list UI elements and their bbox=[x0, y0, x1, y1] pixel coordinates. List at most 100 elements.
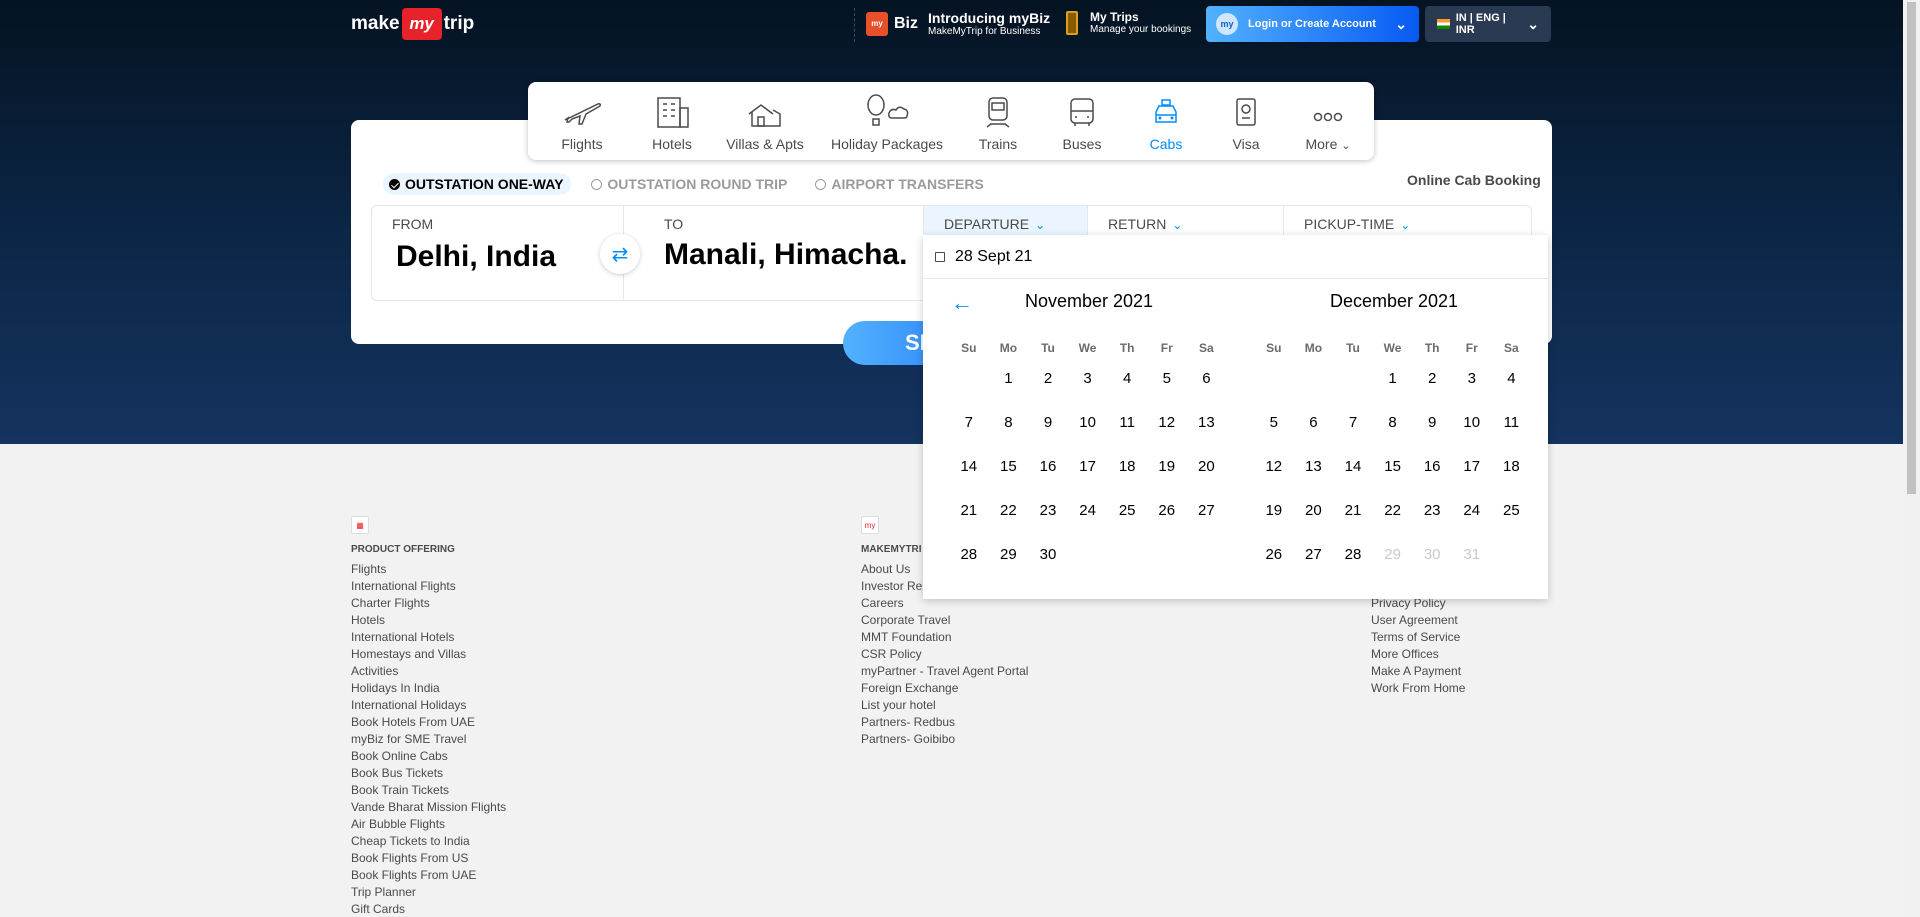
tab-visa[interactable]: Visa bbox=[1208, 82, 1284, 160]
day-cell[interactable]: 23 bbox=[1412, 501, 1452, 545]
mybiz-promo[interactable]: my Biz Introducing myBiz MakeMyTrip for … bbox=[866, 10, 1050, 37]
language-currency-selector[interactable]: IN | ENG | INR ⌄ bbox=[1425, 6, 1551, 42]
footer-link[interactable]: Homestays and Villas bbox=[351, 646, 506, 663]
day-cell[interactable]: 5 bbox=[1147, 369, 1187, 413]
tab-flights[interactable]: Flights bbox=[532, 82, 632, 160]
day-cell[interactable]: 2 bbox=[1028, 369, 1068, 413]
footer-link[interactable]: myPartner - Travel Agent Portal bbox=[861, 663, 1028, 680]
footer-link[interactable]: Partners- Redbus bbox=[861, 714, 1028, 731]
tab-more[interactable]: More ⌄ bbox=[1284, 82, 1372, 160]
tab-holiday-packages[interactable]: Holiday Packages bbox=[818, 82, 956, 160]
day-cell[interactable]: 27 bbox=[1187, 501, 1227, 545]
tab-trains[interactable]: Trains bbox=[956, 82, 1040, 160]
day-cell[interactable]: 25 bbox=[1492, 501, 1532, 545]
footer-link[interactable]: Hotels bbox=[351, 612, 506, 629]
day-cell[interactable]: 26 bbox=[1254, 545, 1294, 589]
radio-airport-transfers[interactable]: AIRPORT TRANSFERS bbox=[809, 173, 991, 195]
to-field[interactable]: TO Manali, Himacha. bbox=[624, 206, 924, 300]
day-cell[interactable]: 4 bbox=[1107, 369, 1147, 413]
day-cell[interactable]: 5 bbox=[1254, 413, 1294, 457]
day-cell[interactable]: 4 bbox=[1492, 369, 1532, 413]
day-cell[interactable]: 13 bbox=[1187, 413, 1227, 457]
day-cell[interactable]: 24 bbox=[1452, 501, 1492, 545]
day-cell[interactable]: 7 bbox=[1333, 413, 1373, 457]
page-scrollbar[interactable] bbox=[1903, 0, 1920, 917]
footer-link[interactable]: User Agreement bbox=[1371, 612, 1465, 629]
footer-link[interactable]: International Holidays bbox=[351, 697, 506, 714]
tab-villas[interactable]: Villas & Apts bbox=[712, 82, 818, 160]
day-cell[interactable]: 19 bbox=[1147, 457, 1187, 501]
day-cell[interactable]: 28 bbox=[1333, 545, 1373, 589]
footer-link[interactable]: Holidays In India bbox=[351, 680, 506, 697]
day-cell[interactable]: 12 bbox=[1254, 457, 1294, 501]
day-cell[interactable]: 15 bbox=[989, 457, 1029, 501]
day-cell[interactable]: 9 bbox=[1412, 413, 1452, 457]
day-cell[interactable]: 11 bbox=[1492, 413, 1532, 457]
makemytrip-logo[interactable]: make my trip bbox=[351, 8, 474, 40]
day-cell[interactable]: 22 bbox=[1373, 501, 1413, 545]
selected-date-input[interactable]: 28 Sept 21 bbox=[923, 235, 1548, 279]
day-cell[interactable]: 24 bbox=[1068, 501, 1108, 545]
day-cell[interactable]: 14 bbox=[1333, 457, 1373, 501]
day-cell[interactable]: 27 bbox=[1294, 545, 1334, 589]
footer-link[interactable]: Gift Cards bbox=[351, 901, 506, 917]
day-cell[interactable]: 3 bbox=[1068, 369, 1108, 413]
footer-link[interactable]: Charter Flights bbox=[351, 595, 506, 612]
day-cell[interactable]: 17 bbox=[1068, 457, 1108, 501]
day-cell[interactable]: 25 bbox=[1107, 501, 1147, 545]
day-cell[interactable]: 20 bbox=[1294, 501, 1334, 545]
login-button[interactable]: my Login or Create Account ⌄ bbox=[1206, 6, 1419, 42]
footer-link[interactable]: Foreign Exchange bbox=[861, 680, 1028, 697]
day-cell[interactable]: 23 bbox=[1028, 501, 1068, 545]
footer-link[interactable]: List your hotel bbox=[861, 697, 1028, 714]
day-cell[interactable]: 11 bbox=[1107, 413, 1147, 457]
footer-link[interactable]: Book Flights From UAE bbox=[351, 867, 506, 884]
day-cell[interactable]: 16 bbox=[1028, 457, 1068, 501]
day-cell[interactable]: 6 bbox=[1187, 369, 1227, 413]
day-cell[interactable]: 18 bbox=[1107, 457, 1147, 501]
day-cell[interactable]: 26 bbox=[1147, 501, 1187, 545]
footer-link[interactable]: Work From Home bbox=[1371, 680, 1465, 697]
day-cell[interactable]: 30 bbox=[1028, 545, 1068, 589]
day-cell[interactable]: 3 bbox=[1452, 369, 1492, 413]
footer-link[interactable]: Make A Payment bbox=[1371, 663, 1465, 680]
footer-link[interactable]: Book Online Cabs bbox=[351, 748, 506, 765]
tab-buses[interactable]: Buses bbox=[1040, 82, 1124, 160]
day-cell[interactable]: 12 bbox=[1147, 413, 1187, 457]
footer-link[interactable]: Partners- Goibibo bbox=[861, 731, 1028, 748]
day-cell[interactable]: 2 bbox=[1412, 369, 1452, 413]
day-cell[interactable]: 6 bbox=[1294, 413, 1334, 457]
footer-link[interactable]: Cheap Tickets to India bbox=[351, 833, 506, 850]
footer-link[interactable]: International Flights bbox=[351, 578, 506, 595]
footer-link[interactable]: myBiz for SME Travel bbox=[351, 731, 506, 748]
footer-link[interactable]: MMT Foundation bbox=[861, 629, 1028, 646]
day-cell[interactable]: 17 bbox=[1452, 457, 1492, 501]
footer-link[interactable]: Air Bubble Flights bbox=[351, 816, 506, 833]
tab-hotels[interactable]: Hotels bbox=[632, 82, 712, 160]
footer-link[interactable]: Book Hotels From UAE bbox=[351, 714, 506, 731]
day-cell[interactable]: 28 bbox=[949, 545, 989, 589]
day-cell[interactable]: 8 bbox=[989, 413, 1029, 457]
day-cell[interactable]: 21 bbox=[1333, 501, 1373, 545]
swap-icon[interactable]: ⇄ bbox=[600, 234, 640, 274]
tab-cabs[interactable]: Cabs bbox=[1124, 82, 1208, 160]
day-cell[interactable]: 22 bbox=[989, 501, 1029, 545]
radio-outstation-one-way[interactable]: OUTSTATION ONE-WAY bbox=[383, 173, 572, 195]
my-trips-link[interactable]: My Trips Manage your bookings bbox=[1066, 10, 1191, 35]
footer-link[interactable]: Corporate Travel bbox=[861, 612, 1028, 629]
footer-link[interactable]: International Hotels bbox=[351, 629, 506, 646]
footer-link[interactable]: More Offices bbox=[1371, 646, 1465, 663]
footer-link[interactable]: Terms of Service bbox=[1371, 629, 1465, 646]
day-cell[interactable]: 15 bbox=[1373, 457, 1413, 501]
footer-link[interactable]: Vande Bharat Mission Flights bbox=[351, 799, 506, 816]
day-cell[interactable]: 1 bbox=[1373, 369, 1413, 413]
radio-outstation-round-trip[interactable]: OUTSTATION ROUND TRIP bbox=[585, 173, 795, 195]
footer-link[interactable]: CSR Policy bbox=[861, 646, 1028, 663]
day-cell[interactable]: 8 bbox=[1373, 413, 1413, 457]
footer-link[interactable]: Flights bbox=[351, 561, 506, 578]
day-cell[interactable]: 1 bbox=[989, 369, 1029, 413]
day-cell[interactable]: 20 bbox=[1187, 457, 1227, 501]
day-cell[interactable]: 9 bbox=[1028, 413, 1068, 457]
scrollbar-thumb[interactable] bbox=[1907, 2, 1916, 494]
footer-link[interactable]: Trip Planner bbox=[351, 884, 506, 901]
